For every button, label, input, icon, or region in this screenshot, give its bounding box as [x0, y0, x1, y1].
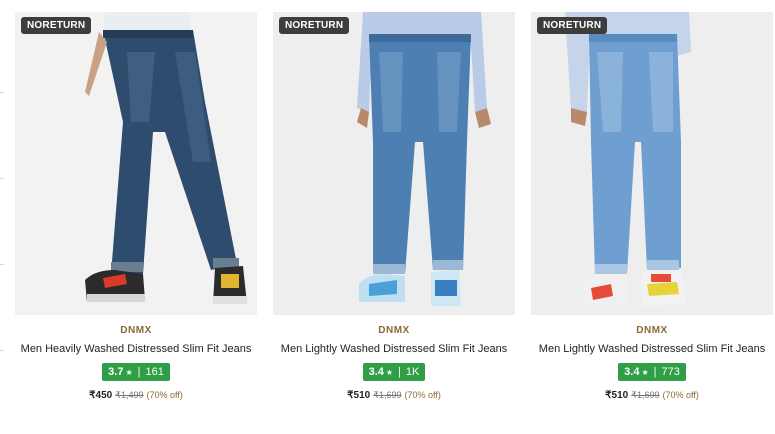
price-row: ₹510 ₹1,699 (70% off)	[347, 390, 441, 401]
review-count: 1K	[405, 366, 420, 378]
rating-badge: 3.7 ★ | 161	[102, 363, 170, 381]
product-brand[interactable]: DNMX	[636, 325, 667, 336]
noreturn-badge: NORETURN	[537, 17, 608, 34]
product-image[interactable]: NORETURN	[273, 12, 515, 315]
product-brand[interactable]: DNMX	[120, 325, 151, 336]
rating-separator: |	[398, 366, 401, 378]
rating-separator: |	[653, 366, 657, 378]
product-name[interactable]: Men Lightly Washed Distressed Slim Fit J…	[281, 343, 507, 355]
product-card[interactable]: NORETURN DNMX Men Lightly Washed Distres…	[273, 12, 515, 401]
noreturn-badge: NORETURN	[21, 17, 92, 34]
rating-separator: |	[137, 366, 141, 378]
star-icon: ★	[641, 367, 649, 377]
star-icon: ★	[125, 367, 133, 377]
edge-divider	[0, 92, 4, 93]
rating-badge: 3.4 ★ | 1K	[362, 363, 426, 381]
product-name[interactable]: Men Lightly Washed Distressed Slim Fit J…	[539, 343, 765, 355]
product-card[interactable]: NORETURN DNMX Men Lightly Washed Distres…	[531, 12, 773, 401]
product-brand[interactable]: DNMX	[378, 325, 409, 336]
product-grid: NORETURN DNMX Men Heavily Washed Distres…	[15, 12, 773, 401]
rating-score: 3.4	[624, 366, 640, 378]
edge-divider	[0, 178, 4, 179]
product-image[interactable]: NORETURN	[531, 12, 773, 315]
product-card[interactable]: NORETURN DNMX Men Heavily Washed Distres…	[15, 12, 257, 401]
rating-badge: 3.4 ★ | 773	[618, 363, 686, 381]
price-row: ₹450 ₹1,499 (70% off)	[89, 390, 183, 401]
noreturn-badge: NORETURN	[279, 17, 350, 34]
product-image[interactable]: NORETURN	[15, 12, 257, 315]
sale-price: ₹450	[89, 390, 113, 401]
original-price: ₹1,499	[115, 390, 144, 400]
star-icon: ★	[385, 367, 394, 377]
product-name[interactable]: Men Heavily Washed Distressed Slim Fit J…	[21, 343, 252, 355]
discount-label: (70% off)	[662, 390, 699, 400]
price-row: ₹510 ₹1,699 (70% off)	[605, 390, 699, 401]
edge-divider	[0, 264, 4, 265]
review-count: 773	[661, 366, 680, 378]
sale-price: ₹510	[347, 390, 371, 401]
original-price: ₹1,699	[631, 390, 660, 400]
sale-price: ₹510	[605, 390, 629, 401]
discount-label: (70% off)	[146, 390, 183, 400]
rating-score: 3.4	[368, 366, 384, 378]
rating-score: 3.7	[108, 366, 124, 378]
edge-divider	[0, 350, 4, 351]
discount-label: (70% off)	[404, 390, 441, 400]
review-count: 161	[145, 366, 164, 378]
original-price: ₹1,699	[373, 390, 402, 400]
